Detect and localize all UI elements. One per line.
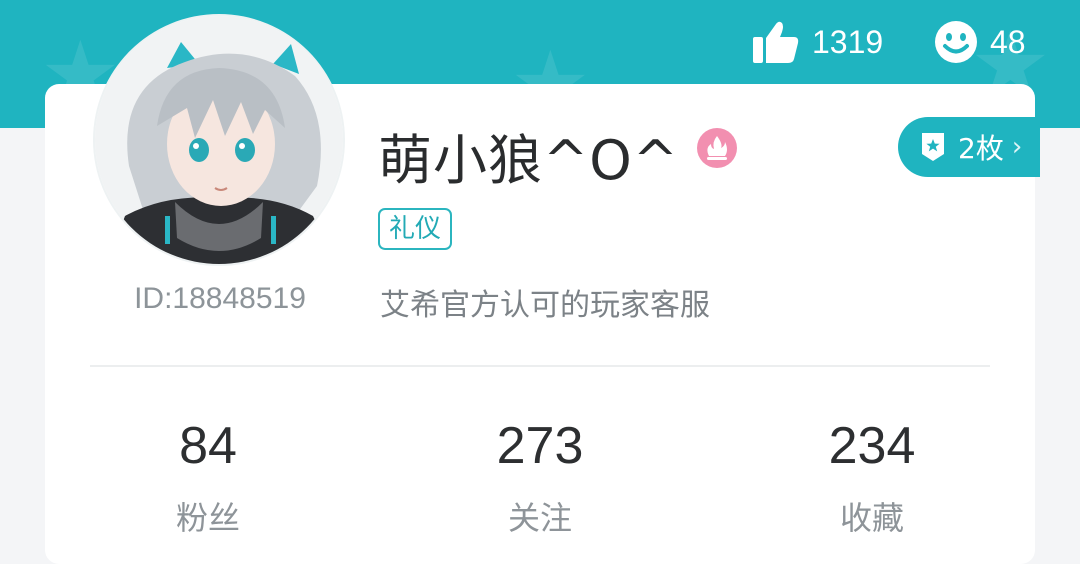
likes-count: 1319 — [812, 23, 884, 60]
likes-stat[interactable]: 1319 — [752, 18, 883, 66]
stat-following[interactable]: 273 关注 — [440, 412, 640, 542]
stat-value: 84 — [179, 417, 237, 475]
medal-icon — [922, 133, 944, 161]
username: 萌小狼^O^ — [378, 129, 679, 192]
user-bio: 艾希官方认可的玩家客服 — [380, 288, 710, 323]
flame-glyph-icon — [707, 136, 727, 160]
smiley-icon — [935, 21, 977, 63]
stat-favorites[interactable]: 234 收藏 — [772, 412, 972, 542]
avatar[interactable] — [95, 16, 343, 264]
stat-label: 关注 — [507, 499, 572, 537]
stat-fans[interactable]: 84 粉丝 — [108, 412, 308, 542]
chevron-right-icon: › — [1011, 132, 1023, 162]
thumbs-up-icon — [753, 21, 799, 63]
stat-value: 234 — [828, 417, 916, 475]
smiles-count: 48 — [990, 23, 1026, 60]
user-tag[interactable]: 礼仪 — [378, 208, 453, 250]
stat-label: 收藏 — [839, 499, 904, 537]
badges-button[interactable]: 2枚 › — [898, 117, 1040, 177]
avatar-image — [95, 16, 343, 264]
stat-label: 粉丝 — [175, 499, 240, 537]
stat-value: 273 — [496, 417, 584, 475]
fire-level-icon[interactable] — [697, 128, 737, 168]
divider — [90, 365, 990, 367]
user-id: ID:18848519 — [134, 282, 306, 315]
smiles-stat[interactable]: 48 — [934, 18, 1026, 66]
badge-count: 2枚 — [958, 132, 1004, 165]
